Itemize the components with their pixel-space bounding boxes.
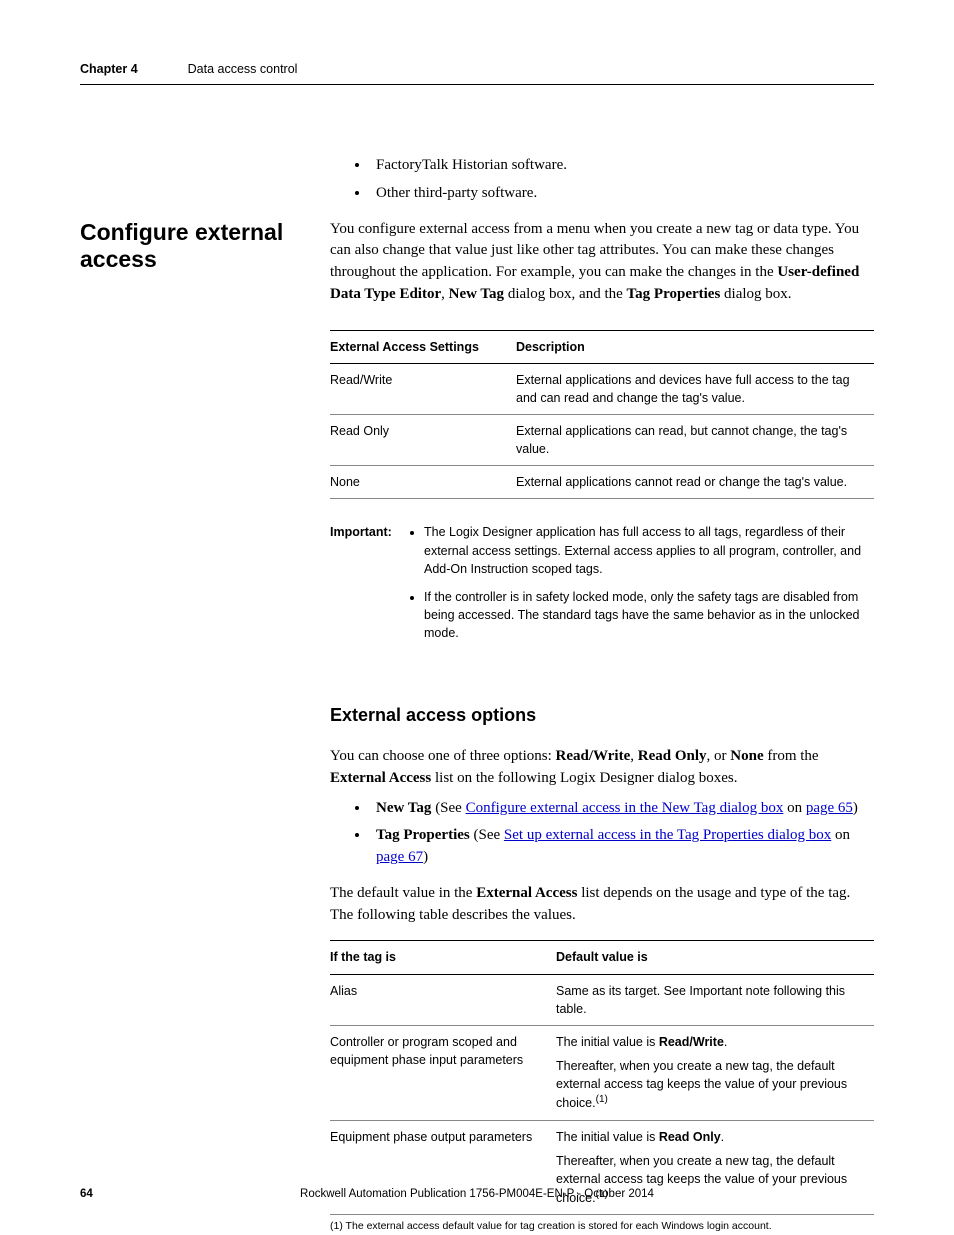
table-row: None External applications cannot read o… (330, 466, 874, 499)
option-bullet-tag-properties: Tag Properties (See Set up external acce… (370, 825, 874, 869)
important-note: Important: The Logix Designer applicatio… (330, 523, 874, 652)
chapter-number: Chapter 4 (80, 60, 138, 78)
table-header: Default value is (556, 941, 874, 974)
bullet-item: FactoryTalk Historian software. (370, 155, 874, 177)
table-header: Description (516, 330, 874, 363)
link-page-65[interactable]: page 65 (806, 800, 853, 816)
section-heading: Configure external access (80, 219, 330, 274)
table-row: Read Only External applications can read… (330, 415, 874, 466)
table-header: If the tag is (330, 941, 556, 974)
important-item: The Logix Designer application has full … (424, 523, 874, 577)
table-row: Alias Same as its target. See Important … (330, 974, 874, 1025)
page-number: 64 (80, 1186, 93, 1203)
link-tag-properties-dialog[interactable]: Set up external access in the Tag Proper… (504, 827, 831, 843)
link-new-tag-dialog[interactable]: Configure external access in the New Tag… (466, 800, 784, 816)
publication-line: Rockwell Automation Publication 1756-PM0… (80, 1186, 874, 1203)
page-header: Chapter 4 Data access control (80, 60, 874, 85)
options-paragraph: You can choose one of three options: Rea… (330, 746, 874, 790)
option-bullet-new-tag: New Tag (See Configure external access i… (370, 798, 874, 820)
important-label: Important: (330, 523, 406, 652)
table-footnote: (1) The external access default value fo… (330, 1219, 874, 1234)
subheading-external-access-options: External access options (330, 702, 874, 728)
chapter-title: Data access control (188, 60, 298, 78)
link-page-67[interactable]: page 67 (376, 849, 423, 865)
intro-paragraph: You configure external access from a men… (330, 219, 874, 306)
important-item: If the controller is in safety locked mo… (424, 588, 874, 642)
default-value-table: If the tag is Default value is Alias Sam… (330, 940, 874, 1215)
section-configure-external-access: Configure external access You configure … (80, 219, 874, 314)
page-footer: 64 Rockwell Automation Publication 1756-… (80, 1186, 874, 1203)
table-row: Controller or program scoped and equipme… (330, 1025, 874, 1120)
table-row: Read/Write External applications and dev… (330, 363, 874, 414)
external-access-settings-table: External Access Settings Description Rea… (330, 330, 874, 500)
table-header: External Access Settings (330, 330, 516, 363)
default-value-paragraph: The default value in the External Access… (330, 883, 874, 927)
continuation-bullets: FactoryTalk Historian software. Other th… (330, 155, 874, 205)
bullet-item: Other third-party software. (370, 183, 874, 205)
